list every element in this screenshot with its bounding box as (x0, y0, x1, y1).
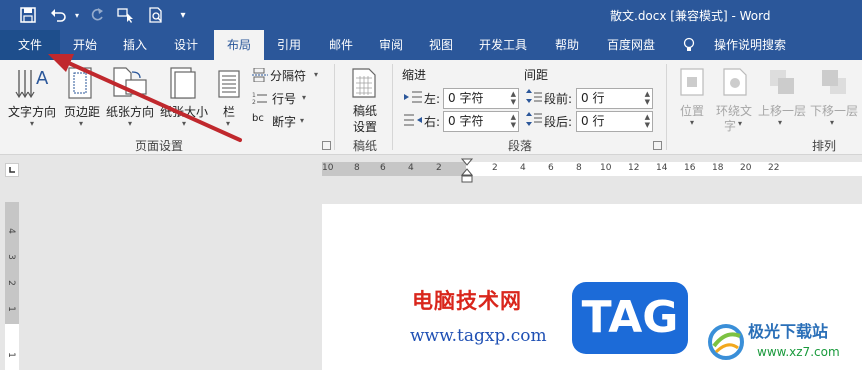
annotation-arrow-icon (48, 54, 242, 142)
